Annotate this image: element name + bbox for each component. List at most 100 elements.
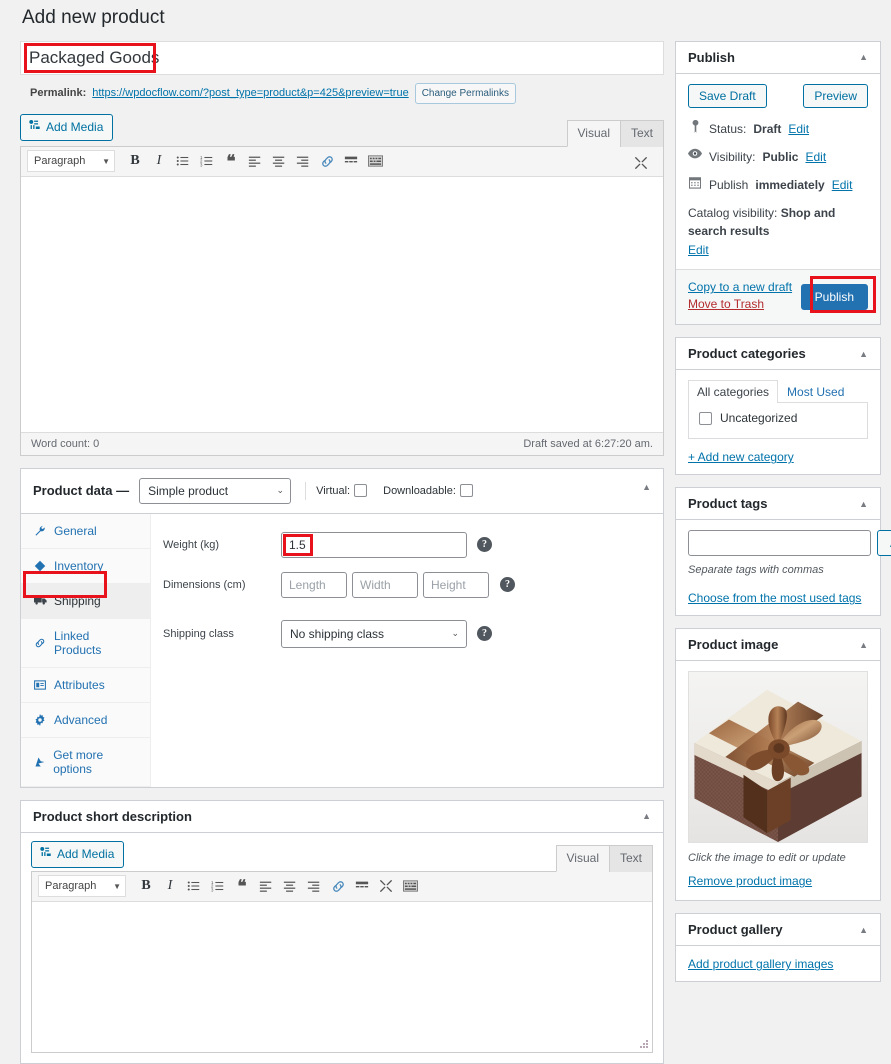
tag-input[interactable] xyxy=(688,530,871,557)
publish-metabox: Publish ▲ Save Draft Preview Status: Dra… xyxy=(675,40,881,326)
align-right-icon[interactable] xyxy=(303,875,325,897)
collapse-toggle-icon[interactable]: ▲ xyxy=(642,482,651,492)
height-input[interactable] xyxy=(423,571,489,598)
align-center-icon[interactable] xyxy=(279,875,301,897)
preview-button[interactable]: Preview xyxy=(803,83,868,108)
save-draft-button[interactable]: Save Draft xyxy=(688,83,767,108)
divider xyxy=(305,481,307,500)
tab-general[interactable]: General xyxy=(21,514,150,549)
link-icon[interactable] xyxy=(316,150,338,172)
product-title-input[interactable] xyxy=(20,40,664,75)
eye-icon xyxy=(688,148,702,159)
add-new-category-link[interactable]: + Add new category xyxy=(688,450,794,464)
add-media-button[interactable]: Add Media xyxy=(20,113,114,141)
product-type-select[interactable]: Simple product ⌄ xyxy=(139,477,292,504)
permalink-url[interactable]: https://wpdocflow.com/?post_type=product… xyxy=(92,87,408,99)
publish-footer-links: Copy to a new draft Move to Trash xyxy=(688,280,792,314)
move-to-trash-link[interactable]: Move to Trash xyxy=(688,297,792,311)
tab-attributes[interactable]: Attributes xyxy=(21,668,150,703)
tab-text[interactable]: Text xyxy=(619,119,664,147)
resize-handle[interactable] xyxy=(638,1038,650,1050)
length-input[interactable] xyxy=(281,571,347,598)
gear-icon xyxy=(33,713,47,726)
collapse-toggle-icon[interactable]: ▲ xyxy=(859,640,868,650)
category-checkbox[interactable] xyxy=(699,411,712,425)
virtual-checkbox-label[interactable]: Virtual: xyxy=(316,484,368,498)
bold-icon[interactable]: B xyxy=(124,150,146,172)
tab-visual[interactable]: Visual xyxy=(566,119,621,147)
publish-button[interactable]: Publish xyxy=(800,284,868,311)
catalog-visibility-edit-link[interactable]: Edit xyxy=(688,243,709,257)
tab-get-more-options[interactable]: Get more options xyxy=(21,738,150,787)
publish-schedule-edit-link[interactable]: Edit xyxy=(832,176,853,194)
editor-toolbar: Paragraph ▼ B I 123 ❝ xyxy=(21,146,663,177)
category-item-label: Uncategorized xyxy=(720,411,798,426)
tab-shipping[interactable]: Shipping xyxy=(21,583,150,619)
read-more-icon[interactable] xyxy=(351,875,373,897)
bulleted-list-icon[interactable] xyxy=(172,150,194,172)
virtual-checkbox[interactable] xyxy=(354,484,368,498)
downloadable-checkbox-label[interactable]: Downloadable: xyxy=(383,484,473,498)
toolbar-toggle-icon[interactable] xyxy=(399,875,421,897)
fullscreen-icon[interactable] xyxy=(630,152,652,174)
collapse-toggle-icon[interactable]: ▲ xyxy=(642,811,651,821)
italic-icon[interactable]: I xyxy=(159,875,181,897)
shipping-class-select[interactable]: No shipping class ⌄ xyxy=(281,619,467,648)
format-select[interactable]: Paragraph ▼ xyxy=(38,875,126,898)
align-center-icon[interactable] xyxy=(268,150,290,172)
format-select[interactable]: Paragraph ▼ xyxy=(27,150,115,173)
numbered-list-icon[interactable]: 123 xyxy=(207,875,229,897)
weight-input[interactable] xyxy=(281,531,467,558)
collapse-toggle-icon[interactable]: ▲ xyxy=(859,52,868,62)
tab-advanced[interactable]: Advanced xyxy=(21,703,150,738)
collapse-toggle-icon[interactable]: ▲ xyxy=(859,499,868,509)
category-item-uncategorized[interactable]: Uncategorized xyxy=(699,411,859,425)
numbered-list-icon[interactable]: 123 xyxy=(196,150,218,172)
tab-most-used[interactable]: Most Used xyxy=(778,380,853,403)
editor-mode-tabs: Visual Text xyxy=(566,119,664,147)
tab-text[interactable]: Text xyxy=(608,844,653,872)
tab-inventory[interactable]: Inventory xyxy=(21,549,150,584)
most-used-tags-link[interactable]: Choose from the most used tags xyxy=(688,591,861,605)
bulleted-list-icon[interactable] xyxy=(183,875,205,897)
link-icon[interactable] xyxy=(327,875,349,897)
permalink-row: Permalink: https://wpdocflow.com/?post_t… xyxy=(20,75,664,104)
downloadable-checkbox[interactable] xyxy=(459,484,473,498)
copy-to-new-draft-link[interactable]: Copy to a new draft xyxy=(688,280,792,294)
fullscreen-icon[interactable] xyxy=(375,875,397,897)
product-image-thumbnail[interactable] xyxy=(688,671,868,844)
dimensions-label: Dimensions (cm) xyxy=(163,578,246,591)
collapse-toggle-icon[interactable]: ▲ xyxy=(859,349,868,359)
visibility-edit-link[interactable]: Edit xyxy=(805,148,826,166)
align-right-icon[interactable] xyxy=(292,150,314,172)
italic-icon[interactable]: I xyxy=(148,150,170,172)
bold-icon[interactable]: B xyxy=(135,875,157,897)
blockquote-icon[interactable]: ❝ xyxy=(220,150,242,172)
width-input[interactable] xyxy=(352,571,418,598)
remove-product-image-link[interactable]: Remove product image xyxy=(688,874,868,888)
change-permalinks-button[interactable]: Change Permalinks xyxy=(414,82,516,104)
collapse-toggle-icon[interactable]: ▲ xyxy=(859,925,868,935)
help-icon[interactable]: ? xyxy=(477,537,492,553)
main-editor: Add Media Visual Text Paragraph ▼ B I 1 … xyxy=(20,113,664,456)
read-more-icon[interactable] xyxy=(340,150,362,172)
tab-all-categories[interactable]: All categories xyxy=(688,380,779,404)
add-tag-button[interactable]: Add xyxy=(877,530,891,557)
short-description-content-area[interactable] xyxy=(32,901,652,1052)
publish-schedule-row: Publish immediately Edit xyxy=(688,176,868,194)
tab-advanced-label: Advanced xyxy=(54,712,108,727)
add-gallery-images-link[interactable]: Add product gallery images xyxy=(688,957,833,971)
help-icon[interactable]: ? xyxy=(500,577,515,593)
align-left-icon[interactable] xyxy=(255,875,277,897)
help-icon[interactable]: ? xyxy=(477,626,492,642)
status-edit-link[interactable]: Edit xyxy=(788,120,809,138)
tab-visual[interactable]: Visual xyxy=(555,844,610,872)
blockquote-icon[interactable]: ❝ xyxy=(231,875,253,897)
align-left-icon[interactable] xyxy=(244,150,266,172)
add-media-icon xyxy=(39,845,52,864)
tab-linked-products[interactable]: Linked Products xyxy=(21,619,150,668)
product-data-header: Product data — Simple product ⌄ Virtual:… xyxy=(21,469,663,514)
toolbar-toggle-icon[interactable] xyxy=(364,150,386,172)
editor-content-area[interactable] xyxy=(21,176,663,432)
add-media-button[interactable]: Add Media xyxy=(31,840,125,868)
